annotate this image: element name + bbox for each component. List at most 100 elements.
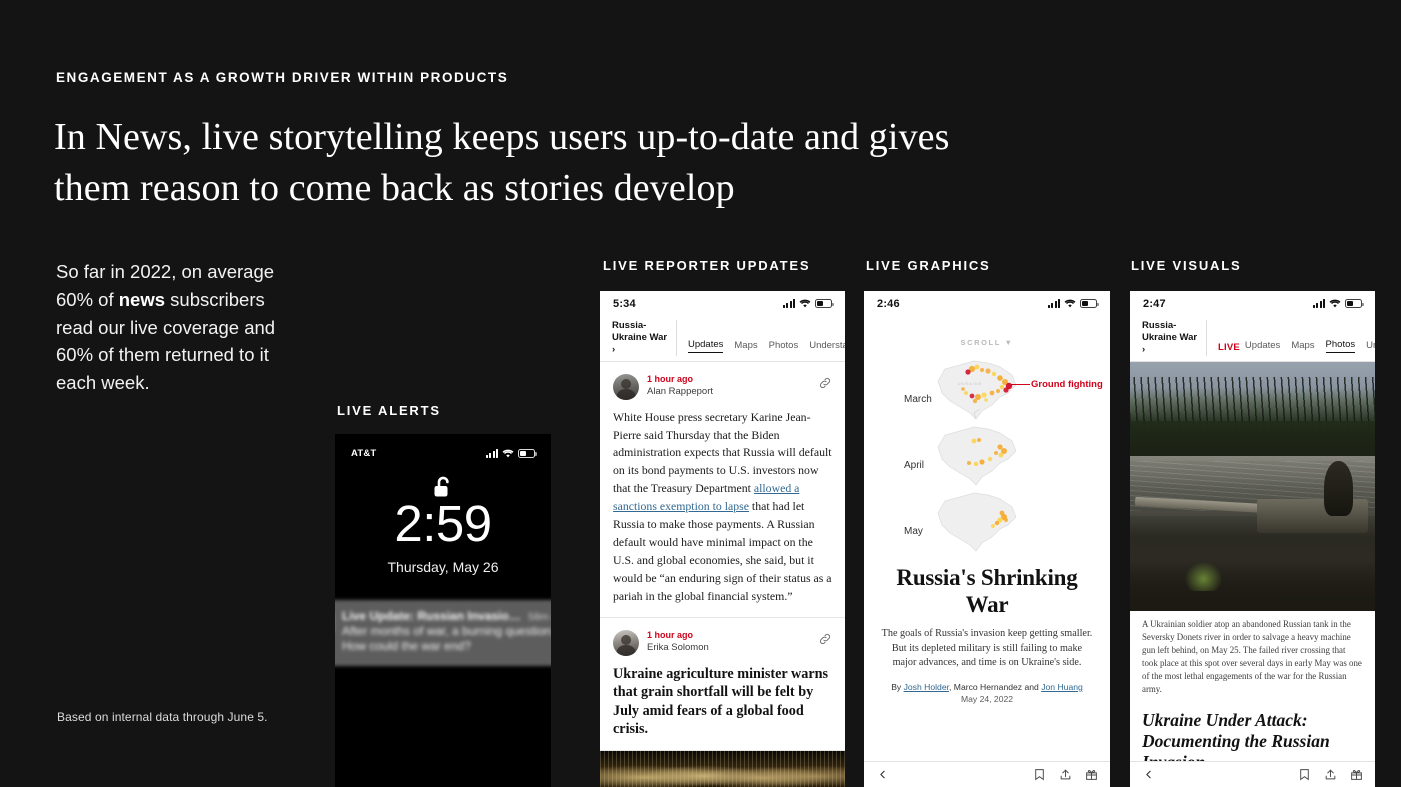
update-author: Alan Rappeport (647, 386, 714, 398)
avatar (613, 629, 639, 656)
section-label-live-visuals: Live visuals (1131, 258, 1242, 273)
status-clock: 5:34 (613, 297, 636, 310)
update-author: Erika Solomon (647, 642, 709, 654)
bottom-toolbar (864, 761, 1110, 787)
ukraine-map-series: March UKRAINE Ground fighting April May (868, 353, 1106, 559)
photo-caption: A Ukrainian soldier atop an abandoned Ru… (1130, 610, 1375, 706)
notification-message: After months of war, a burning question:… (342, 624, 551, 654)
scrollytelling-graphic: SCROLL ▼ March UKRAINE Ground fighting A… (864, 316, 1110, 710)
lockscreen-clock: 2:59 (394, 495, 492, 552)
tab-bar: Updates Maps Photos Understand (676, 320, 845, 356)
graphic-byline: By Josh Holder, Marco Hernandez and Jon … (864, 682, 1110, 692)
live-update-item: 1 hour ago Erika Solomon Ukraine agricul… (600, 618, 845, 751)
byline-author-link[interactable]: Jon Huang (1041, 682, 1083, 692)
photo-riverbank (1130, 421, 1375, 457)
tab-maps[interactable]: Maps (1291, 340, 1314, 353)
update-body-after: that had let Russia to make those paymen… (613, 499, 832, 603)
status-clock: 2:46 (877, 297, 900, 310)
svg-text:UKRAINE: UKRAINE (958, 381, 983, 386)
photo-soldier (1323, 461, 1353, 516)
carrier-label: AT&T (351, 447, 377, 459)
section-breadcrumb[interactable]: Russia-Ukraine War › (1142, 320, 1206, 356)
toolbar-actions (1033, 768, 1098, 781)
slide-eyebrow: Engagement as a growth driver within pro… (56, 70, 509, 85)
status-bar: 2:47 (1130, 291, 1375, 316)
status-bar: 5:34 (600, 291, 845, 316)
tab-photos[interactable]: Photos (769, 340, 799, 353)
gift-icon[interactable] (1085, 768, 1098, 781)
signal-bars-icon (486, 448, 498, 458)
avatar (613, 373, 639, 400)
map-row-april: April (868, 419, 1106, 489)
phone-mockup-live-graphics: 2:46 SCROLL ▼ March UKRAINE Ground fight… (864, 291, 1110, 787)
lockscreen-date: Thursday, May 26 (387, 559, 499, 575)
ukraine-map-april (937, 426, 1017, 486)
link-icon[interactable] (818, 376, 832, 390)
update-meta: 1 hour ago Erika Solomon (647, 630, 810, 656)
update-meta: 1 hour ago Alan Rappeport (647, 374, 810, 400)
article-nav-bar: Russia-Ukraine War › Updates Maps Photos… (600, 316, 845, 362)
map-row-may: May (868, 485, 1106, 555)
section-breadcrumb[interactable]: Russia-Ukraine War › (612, 320, 676, 356)
scroll-cue-label: SCROLL ▼ (960, 338, 1014, 347)
tab-bar: LIVE Updates Maps Photos Understand (1206, 320, 1375, 356)
map-label-march: March (904, 394, 932, 405)
update-header: 1 hour ago Alan Rappeport (613, 373, 832, 400)
lede-bold-news: news (118, 288, 166, 310)
bottom-toolbar (1130, 761, 1375, 787)
tab-understand[interactable]: Understand (809, 340, 845, 353)
back-arrow-icon[interactable] (876, 768, 889, 781)
phone-mockup-live-alerts: AT&T 2:59 Thursday, May 26 T Live Update… (335, 434, 551, 787)
update-headline[interactable]: Ukraine agriculture minister warns that … (613, 665, 832, 739)
tab-understand[interactable]: Understand (1366, 340, 1375, 353)
page-title: In News, live storytelling keeps users u… (54, 116, 950, 209)
status-icon-group (1313, 299, 1364, 308)
share-icon[interactable] (1059, 768, 1072, 781)
wifi-icon (502, 449, 514, 458)
tab-maps[interactable]: Maps (734, 340, 757, 353)
push-notification-banner[interactable]: T Live Update: Russian Invasion... 58m a… (335, 600, 551, 666)
tab-updates[interactable]: Updates (1245, 340, 1280, 353)
signal-bars-icon (783, 299, 795, 308)
grain-photo-thumbnail (600, 750, 845, 787)
section-label-live-graphics: Live graphics (866, 258, 991, 273)
photo-foreground-mud (1130, 535, 1375, 611)
notification-timestamp: 58m ago (528, 611, 551, 623)
graphic-summary: The goals of Russia's invasion keep gett… (881, 628, 1093, 669)
live-badge: LIVE (1218, 341, 1240, 353)
notification-header: Live Update: Russian Invasion... 58m ago (342, 609, 551, 623)
byline-author-2: Marco Hernandez (953, 681, 1023, 692)
source-footnote: Based on internal data through June 5. (57, 710, 268, 724)
annotation-leader-line (1011, 384, 1030, 386)
toolbar-actions (1298, 768, 1363, 781)
map-label-april: April (904, 460, 925, 471)
battery-icon (1345, 299, 1364, 308)
back-arrow-icon[interactable] (1142, 768, 1155, 781)
tab-updates[interactable]: Updates (688, 339, 724, 353)
battery-icon (1080, 299, 1099, 308)
status-icon-group (1048, 299, 1099, 308)
section-label-live-alerts: Live alerts (337, 403, 441, 418)
wifi-icon (799, 299, 811, 308)
update-body-text: White House press secretary Karine Jean-… (613, 409, 832, 606)
byline-author-link[interactable]: Josh Holder (904, 682, 949, 692)
link-icon[interactable] (818, 632, 832, 646)
update-timestamp: 1 hour ago (647, 373, 694, 384)
annotation-ground-fighting: Ground fighting (1031, 379, 1103, 390)
lede-paragraph: So far in 2022, on average 60% of news s… (56, 258, 306, 397)
save-bookmark-icon[interactable] (1298, 768, 1311, 781)
photo-grass-sprig (1183, 560, 1224, 591)
phone-mockup-live-reporter-updates: 5:34 Russia-Ukraine War › Updates Maps P… (600, 291, 845, 787)
section-label-live-reporter-updates: Live reporter updates (603, 258, 811, 273)
phone-mockup-live-visuals: 2:47 Russia-Ukraine War › LIVE Updates M… (1130, 291, 1375, 787)
status-icon-group (783, 299, 834, 308)
save-bookmark-icon[interactable] (1033, 768, 1046, 781)
share-icon[interactable] (1324, 768, 1337, 781)
graphic-headline: Russia's Shrinking War (896, 565, 1078, 617)
status-bar: 2:46 (864, 291, 1110, 316)
wifi-icon (1064, 299, 1076, 308)
notification-title: Live Update: Russian Invasion... (342, 609, 523, 623)
tab-photos[interactable]: Photos (1325, 339, 1356, 353)
gift-icon[interactable] (1350, 768, 1363, 781)
signal-bars-icon (1313, 299, 1325, 308)
